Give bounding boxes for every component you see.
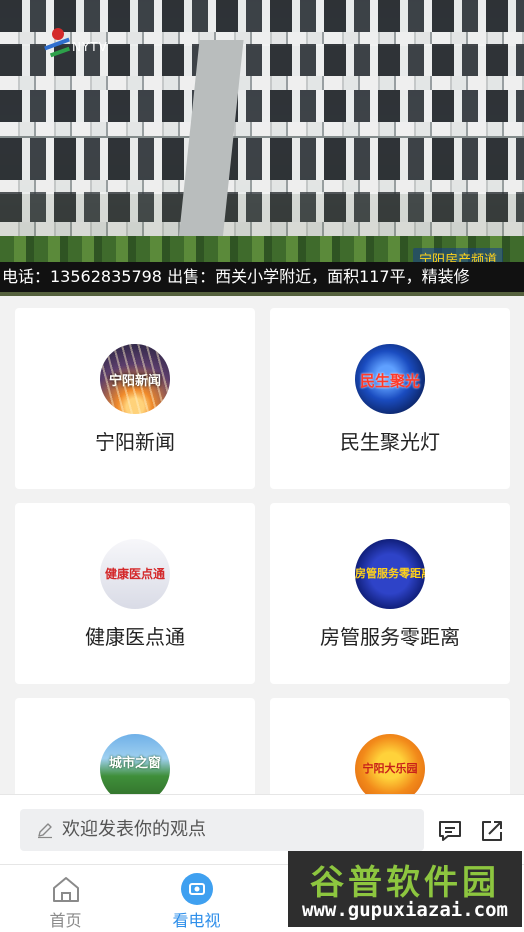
watermark: 谷普软件园 www.gupuxiazai.com	[288, 851, 522, 927]
ticker-text: 电话：13562835798 出售：西关小学附近，面积117平，精装修	[2, 267, 470, 286]
health-thumbnail: 健康医点通	[100, 539, 170, 609]
channel-name: 宁阳新闻	[95, 430, 175, 454]
thumbnail-text: 城市之窗	[108, 756, 161, 771]
thumbnail-text: 房管服务零距离	[355, 567, 425, 580]
tab-home[interactable]: 首页	[0, 865, 131, 932]
ningyang-news-thumbnail: 宁阳新闻	[100, 344, 170, 414]
housing-service-thumbnail: 房管服务零距离	[355, 539, 425, 609]
home-icon	[52, 877, 79, 902]
channel-card-minsheng-spotlight[interactable]: 民生聚光 民生聚光灯	[270, 308, 510, 489]
channel-name: 民生聚光灯	[340, 430, 440, 454]
pencil-icon	[38, 823, 52, 839]
tab-tv[interactable]: 看电视	[131, 865, 262, 932]
station-logo-text: NYTV	[72, 40, 108, 54]
tab-tv-label: 看电视	[172, 911, 221, 930]
watermark-url: www.gupuxiazai.com	[302, 899, 508, 921]
channel-card-ningyang-news[interactable]: 宁阳新闻 宁阳新闻	[15, 308, 255, 489]
app-screen: NYTV 宁阳房产频道 电话：13562835798 出售：西关小学附近，面积1…	[0, 0, 524, 932]
thumbnail-text: 宁阳新闻	[108, 374, 161, 389]
comment-icon[interactable]	[436, 817, 464, 845]
minsheng-spotlight-thumbnail: 民生聚光	[355, 344, 425, 414]
thumbnail-text: 宁阳大乐园	[362, 762, 418, 775]
channel-card-health[interactable]: 健康医点通 健康医点通	[15, 503, 255, 684]
comment-placeholder: 欢迎发表你的观点	[62, 819, 206, 840]
comment-input[interactable]: 欢迎发表你的观点	[20, 809, 424, 851]
channel-card-housing-service[interactable]: 房管服务零距离 房管服务零距离	[270, 503, 510, 684]
channel-name: 健康医点通	[85, 625, 185, 649]
houses-row	[0, 138, 524, 194]
houses-row	[0, 192, 524, 236]
share-icon[interactable]	[478, 817, 506, 845]
tab-home-label: 首页	[49, 911, 82, 930]
watermark-title: 谷普软件园	[310, 863, 500, 903]
channel-name: 房管服务零距离	[320, 625, 460, 649]
houses-row	[0, 90, 524, 136]
tv-icon	[180, 873, 213, 905]
video-player[interactable]: NYTV 宁阳房产频道 电话：13562835798 出售：西关小学附近，面积1…	[0, 0, 524, 296]
station-logo: NYTV	[20, 24, 110, 60]
thumbnail-text: 健康医点通	[104, 567, 165, 581]
thumbnail-text: 民生聚光	[359, 372, 420, 390]
news-ticker: 电话：13562835798 出售：西关小学附近，面积117平，精装修	[0, 262, 524, 292]
